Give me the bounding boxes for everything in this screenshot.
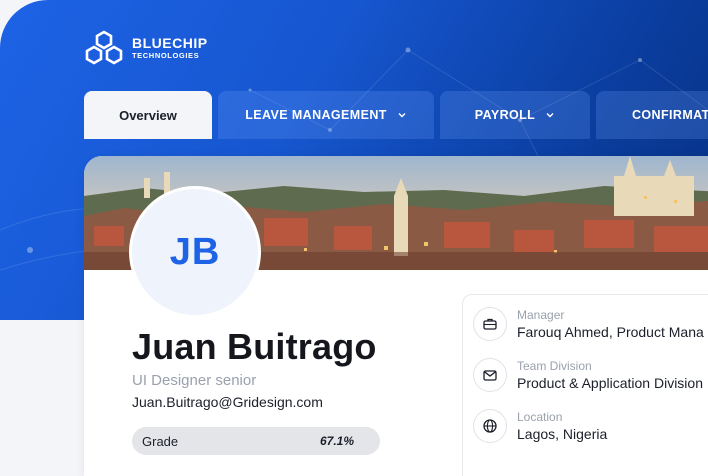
tab-confirmation[interactable]: CONFIRMAT <box>596 91 708 139</box>
brand-name: BLUECHIP <box>132 35 208 52</box>
profile-name: Juan Buitrago <box>132 326 377 367</box>
brand-logo[interactable]: BLUECHIP TECHNOLOGIES <box>84 30 208 66</box>
detail-value: Product & Application Division <box>517 375 703 391</box>
tab-label: LEAVE MANAGEMENT <box>245 108 387 122</box>
profile-role: UI Designer senior <box>132 372 257 389</box>
brand-subtitle: TECHNOLOGIES <box>132 51 200 61</box>
mail-icon <box>473 358 507 392</box>
detail-location: Location Lagos, Nigeria <box>473 409 607 443</box>
detail-label: Location <box>517 410 563 424</box>
detail-manager: Manager Farouq Ahmed, Product Mana <box>473 307 704 341</box>
avatar[interactable]: JB <box>129 186 261 318</box>
detail-label: Manager <box>517 308 565 322</box>
profile-card: JB Juan Buitrago UI Designer senior Juan… <box>84 156 708 476</box>
bluechip-logo-icon <box>85 30 123 65</box>
tab-overview[interactable]: Overview <box>84 91 212 139</box>
tab-label: PAYROLL <box>474 108 536 122</box>
detail-value: Farouq Ahmed, Product Mana <box>517 324 704 340</box>
globe-icon <box>473 409 507 443</box>
chevron-down-icon <box>398 113 406 118</box>
profile-email[interactable]: Juan.Buitrago@Gridesign.com <box>132 394 323 410</box>
tab-label: Overview <box>119 107 177 123</box>
grade-value: 67.1% <box>319 434 354 448</box>
avatar-initials: JB <box>169 230 221 273</box>
detail-value: Lagos, Nigeria <box>517 426 608 442</box>
grade-label: Grade <box>142 433 179 449</box>
tab-label: CONFIRMAT <box>632 108 708 122</box>
details-panel: Manager Farouq Ahmed, Product Mana Team … <box>462 294 708 476</box>
detail-team-division: Team Division Product & Application Divi… <box>473 358 703 392</box>
briefcase-icon <box>473 307 507 341</box>
detail-label: Team Division <box>517 359 592 373</box>
main-tabs: Overview LEAVE MANAGEMENT PAYROLL CONFIR… <box>84 91 708 139</box>
grade-bar: Grade 67.1% <box>132 427 380 455</box>
tab-leave-management[interactable]: LEAVE MANAGEMENT <box>218 91 434 139</box>
chevron-down-icon <box>546 113 554 118</box>
tab-payroll[interactable]: PAYROLL <box>440 91 590 139</box>
